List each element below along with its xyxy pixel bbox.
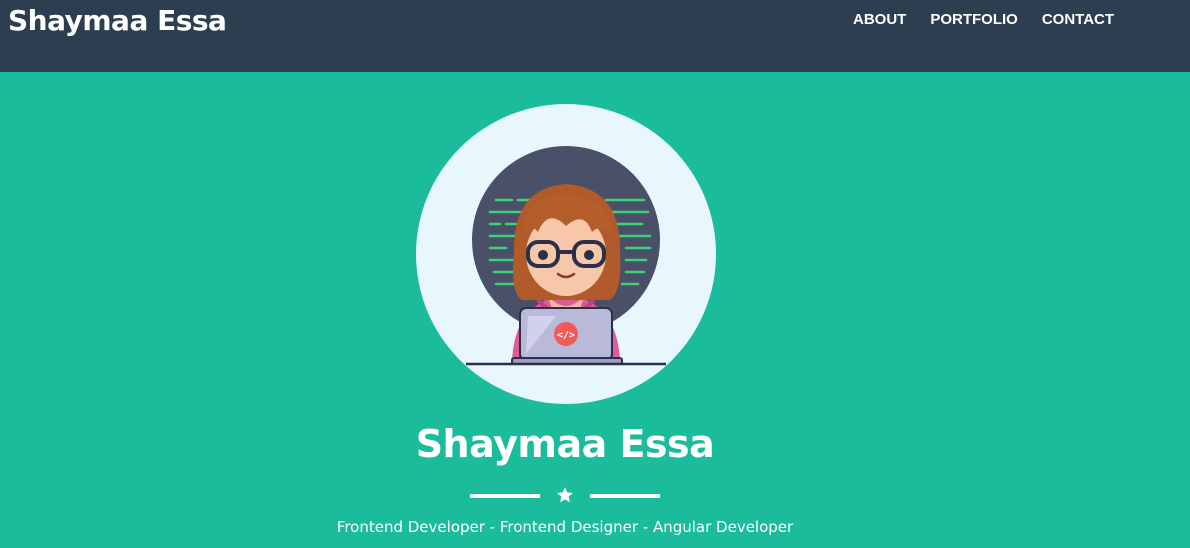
divider-line-right	[590, 494, 660, 498]
nav-links: ABOUT PORTFOLIO CONTACT	[853, 11, 1138, 29]
divider-line-left	[470, 494, 540, 498]
star-divider	[470, 485, 660, 507]
hero-subtitle: Frontend Developer - Frontend Designer -…	[336, 518, 794, 536]
nav-contact-link[interactable]: CONTACT	[1042, 11, 1114, 29]
nav-about-link[interactable]: ABOUT	[853, 11, 906, 29]
hero-title: Shaymaa Essa	[415, 422, 715, 466]
laptop-code-badge: </>	[557, 330, 575, 341]
navbar: Shaymaa Essa ABOUT PORTFOLIO CONTACT	[0, 0, 1190, 72]
developer-illustration: </>	[466, 146, 666, 366]
nav-portfolio-link[interactable]: PORTFOLIO	[930, 11, 1018, 29]
hero-section: </> Shaymaa Essa Frontend Developer - Fr…	[0, 72, 1190, 548]
star-icon	[557, 487, 573, 503]
avatar: </>	[416, 104, 716, 404]
brand-link[interactable]: Shaymaa Essa	[8, 4, 227, 37]
